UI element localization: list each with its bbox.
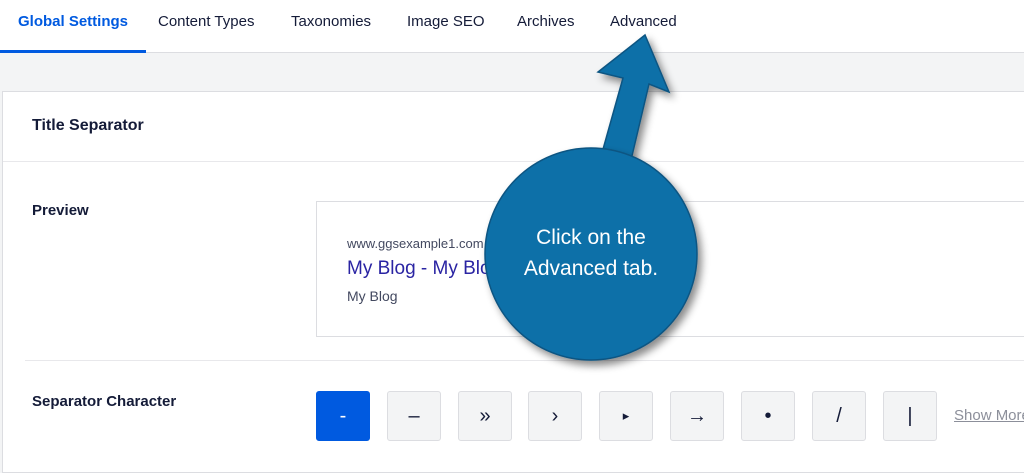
callout-line-2: Advanced tab. (523, 257, 659, 280)
preview-url: www.ggsexample1.com (347, 236, 484, 251)
separator-option-pipe[interactable]: | (883, 391, 937, 441)
tab-taxonomies[interactable]: Taxonomies (291, 0, 371, 52)
separator-option-triangle[interactable]: ▸ (599, 391, 653, 441)
callout-line-1: Click on the (536, 226, 646, 249)
callout-text: Click on the Advanced tab. (488, 222, 694, 284)
separator-character-label: Separator Character (32, 393, 177, 410)
separator-option-single-angle[interactable]: › (528, 391, 582, 441)
preview-description: My Blog (347, 288, 398, 304)
settings-tab-bar: Global Settings Content Types Taxonomies… (0, 0, 1024, 53)
separator-option-en-dash[interactable]: – (387, 391, 441, 441)
card-header: Title Separator (3, 92, 1024, 162)
separator-option-double-angle[interactable]: » (458, 391, 512, 441)
show-more-link[interactable]: Show More (954, 407, 1024, 424)
card-title: Title Separator (32, 117, 144, 134)
separator-option-hyphen[interactable]: - (316, 391, 370, 441)
separator-option-slash[interactable]: / (812, 391, 866, 441)
tab-image-seo[interactable]: Image SEO (407, 0, 485, 52)
tab-archives[interactable]: Archives (517, 0, 575, 52)
preview-label: Preview (32, 202, 89, 219)
tab-advanced[interactable]: Advanced (610, 0, 677, 52)
preview-title: My Blog - My Blog (347, 258, 502, 279)
divider (25, 360, 1024, 361)
separator-option-arrow[interactable]: → (670, 391, 724, 441)
separator-option-bullet[interactable]: • (741, 391, 795, 441)
tab-global-settings[interactable]: Global Settings (0, 0, 147, 53)
tab-content-types[interactable]: Content Types (158, 0, 254, 52)
